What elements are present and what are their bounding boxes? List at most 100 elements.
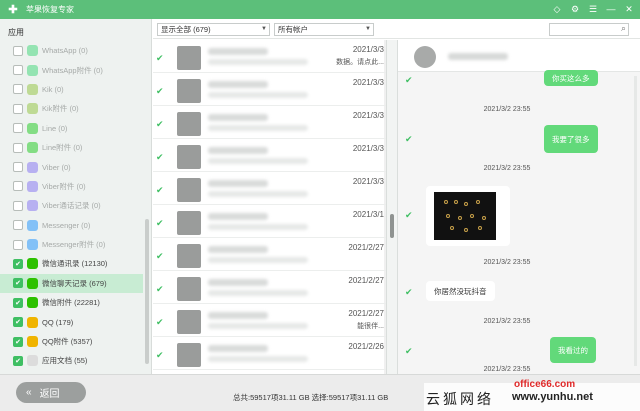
conversation-row[interactable]: ✔ 2021/3/3: [153, 139, 386, 172]
conversation-date: 2021/2/26: [348, 342, 384, 351]
sidebar-item-checkbox[interactable]: ✔: [13, 297, 23, 308]
conversation-preview: 能很伴...: [357, 323, 384, 330]
sidebar-item[interactable]: ✔ 微信附件 (22281): [0, 293, 143, 312]
sidebar-item[interactable]: Line附件 (0): [0, 138, 143, 157]
sidebar-item-checkbox[interactable]: [13, 103, 23, 114]
conversation-checkbox[interactable]: ✔: [156, 53, 166, 63]
account-filter-value: 所有帐户: [278, 25, 308, 34]
conversation-checkbox[interactable]: ✔: [156, 350, 166, 360]
conversation-row[interactable]: ✔ 2021/3/3: [153, 172, 386, 205]
sidebar-item[interactable]: Messenger (0): [0, 216, 143, 235]
conversation-avatar: [177, 211, 201, 235]
sidebar-item[interactable]: Line (0): [0, 119, 143, 138]
search-input[interactable]: ⌕: [549, 23, 629, 36]
message-checkbox[interactable]: ✔: [405, 134, 415, 144]
chevron-down-icon: ▼: [261, 26, 267, 32]
sidebar-item-checkbox[interactable]: [13, 84, 23, 95]
sidebar-item[interactable]: Viber (0): [0, 157, 143, 176]
conversation-row[interactable]: ✔ 2021/2/27 能很伴...: [153, 304, 386, 337]
app-title: 苹果恢复专家: [26, 5, 74, 14]
message-checkbox[interactable]: ✔: [405, 75, 415, 85]
conversation-message-blurred: [208, 290, 308, 296]
pane-splitter[interactable]: [386, 40, 398, 374]
sidebar-item-checkbox[interactable]: ✔: [13, 317, 23, 328]
sidebar-item[interactable]: Messenger附件 (0): [0, 235, 143, 254]
conversation-checkbox[interactable]: ✔: [156, 251, 166, 261]
conversation-name-blurred: [208, 345, 268, 352]
sidebar-item[interactable]: ✔ 微信通讯录 (12130): [0, 254, 143, 273]
conversation-checkbox[interactable]: ✔: [156, 284, 166, 294]
sidebar-item-checkbox[interactable]: [13, 65, 23, 76]
minimize-icon[interactable]: —: [604, 2, 618, 16]
sidebar-item-checkbox[interactable]: [13, 123, 23, 134]
sidebar-item-checkbox[interactable]: ✔: [13, 355, 23, 366]
conversation-list: ✔ 2021/3/3 数据。请点此... ✔ 2021/3/3 ✔ 2021/3/3 ✔ 202…: [153, 40, 386, 374]
conversation-checkbox[interactable]: ✔: [156, 185, 166, 195]
conversation-row[interactable]: ✔ 2021/2/26: [153, 337, 386, 370]
conversation-row[interactable]: ✔ 2021/3/3: [153, 106, 386, 139]
conversation-name-blurred: [208, 147, 268, 154]
sidebar-item-checkbox[interactable]: [13, 220, 23, 231]
sidebar-item-label: Line附件 (0): [42, 143, 83, 153]
conversation-row[interactable]: ✔ 2021/2/27: [153, 271, 386, 304]
sidebar-item-checkbox[interactable]: [13, 181, 23, 192]
account-filter-select[interactable]: 所有帐户 ▼: [274, 23, 374, 36]
back-button[interactable]: « 返回: [16, 382, 86, 403]
conversation-row[interactable]: ✔ 2021/3/3 数据。请点此...: [153, 40, 386, 73]
qq-icon: [27, 316, 38, 328]
sidebar-item-checkbox[interactable]: [13, 200, 23, 211]
chat-scrollbar[interactable]: [634, 76, 637, 366]
selection-summary: 总共:59517项31.11 GB 选择:59517项31.11 GB: [233, 393, 389, 402]
splitter-grip[interactable]: [390, 214, 394, 238]
sidebar-item[interactable]: Viber附件 (0): [0, 177, 143, 196]
whatsapp-icon: [27, 45, 38, 57]
sidebar-item-checkbox[interactable]: ✔: [13, 258, 23, 269]
sidebar-item-checkbox[interactable]: [13, 45, 23, 56]
conversation-checkbox[interactable]: ✔: [156, 86, 166, 96]
conversation-name-blurred: [208, 312, 268, 319]
conversation-row[interactable]: ✔ 2021/3/1: [153, 205, 386, 238]
sidebar-item[interactable]: WhatsApp (0): [0, 41, 143, 60]
sidebar-item[interactable]: ✔ 应用文档 (55): [0, 351, 143, 370]
message-image[interactable]: [426, 186, 510, 246]
conversation-date: 2021/2/27: [348, 309, 384, 318]
contact-name-blurred: [448, 53, 508, 60]
search-icon[interactable]: ⌕: [621, 23, 626, 34]
conversation-checkbox[interactable]: ✔: [156, 317, 166, 327]
sidebar-item-checkbox[interactable]: [13, 142, 23, 153]
sidebar-item-checkbox[interactable]: ✔: [13, 336, 23, 347]
app-logo-icon: ✚: [8, 4, 18, 16]
settings-icon[interactable]: ⚙: [568, 2, 582, 16]
conversation-checkbox[interactable]: ✔: [156, 218, 166, 228]
conversation-date: 2021/3/3: [352, 78, 384, 87]
sidebar-item[interactable]: ✔ QQ附件 (5357): [0, 332, 143, 351]
sidebar-item[interactable]: Viber通话记录 (0): [0, 196, 143, 215]
sidebar-item[interactable]: WhatsApp附件 (0): [0, 60, 143, 79]
message-timestamp: 2021/3/2 23:55: [483, 366, 531, 373]
conversation-row[interactable]: ✔ 2021/2/27: [153, 238, 386, 271]
display-filter-select[interactable]: 显示全部 (679) ▼: [157, 23, 270, 36]
sidebar-item[interactable]: Kik (0): [0, 80, 143, 99]
menu-icon[interactable]: ☰: [586, 2, 600, 16]
close-icon[interactable]: ✕: [622, 2, 636, 16]
sidebar-item-checkbox[interactable]: [13, 239, 23, 250]
viber-call-icon: [27, 200, 38, 212]
sidebar-item-checkbox[interactable]: ✔: [13, 278, 23, 289]
message-bubble-outgoing: 我看过的: [550, 337, 596, 363]
sidebar-item[interactable]: Kik附件 (0): [0, 99, 143, 118]
sidebar-item[interactable]: ✔ 微信聊天记录 (679): [0, 273, 143, 294]
sidebar-item-label: 应用文档 (55): [42, 356, 88, 366]
conversation-avatar: [177, 277, 201, 301]
sidebar-item-checkbox[interactable]: [13, 162, 23, 173]
conversation-checkbox[interactable]: ✔: [156, 152, 166, 162]
message-checkbox[interactable]: ✔: [405, 210, 415, 220]
conversation-row[interactable]: ✔ 2021/3/3: [153, 73, 386, 106]
conversation-checkbox[interactable]: ✔: [156, 119, 166, 129]
sidebar-item[interactable]: ✔ QQ (179): [0, 312, 143, 331]
sidebar-scrollbar[interactable]: [145, 219, 149, 364]
message-bubble-outgoing: 我要了很多: [544, 125, 598, 153]
conversation-name-blurred: [208, 48, 268, 55]
diamond-icon[interactable]: ◇: [550, 2, 564, 16]
message-checkbox[interactable]: ✔: [405, 346, 415, 356]
message-checkbox[interactable]: ✔: [405, 287, 415, 297]
